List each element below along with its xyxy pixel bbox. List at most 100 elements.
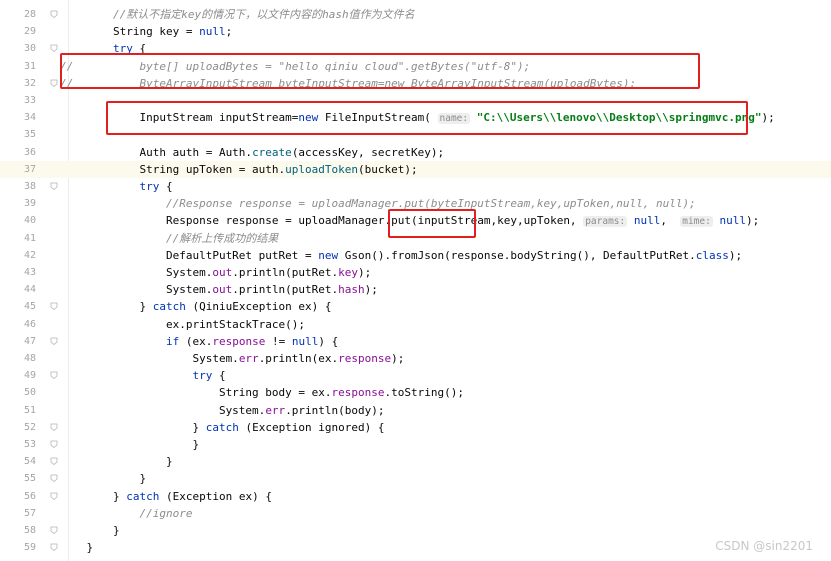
token-plain: Response response = uploadManager.put(in… bbox=[60, 214, 584, 228]
code-text[interactable]: DefaultPutRet putRet = new Gson().fromJs… bbox=[60, 247, 742, 264]
code-line[interactable]: 54 } bbox=[0, 453, 831, 470]
code-line[interactable]: 53 } bbox=[0, 436, 831, 453]
line-number: 51 bbox=[23, 404, 36, 416]
token-plain: } bbox=[60, 455, 173, 469]
code-line[interactable]: 56 } catch (Exception ex) { bbox=[0, 488, 831, 505]
token-field: err bbox=[238, 352, 259, 365]
token-kw: null bbox=[199, 25, 226, 39]
fold-marker-icon[interactable] bbox=[50, 44, 58, 53]
code-line[interactable]: 42 DefaultPutRet putRet = new Gson().fro… bbox=[0, 247, 831, 264]
code-line[interactable]: 59 } bbox=[0, 539, 831, 556]
code-text[interactable]: ex.printStackTrace(); bbox=[60, 316, 305, 333]
code-text[interactable]: System.out.println(putRet.key); bbox=[60, 264, 371, 281]
code-text[interactable]: //ignore bbox=[60, 505, 192, 522]
code-line[interactable]: 57 //ignore bbox=[0, 505, 831, 522]
code-text[interactable]: } catch (Exception ex) { bbox=[60, 488, 272, 505]
code-text[interactable]: try { bbox=[60, 178, 173, 195]
code-editor[interactable]: 28 //默认不指定key的情况下，以文件内容的hash值作为文件名 29 Str… bbox=[0, 0, 831, 561]
code-text[interactable]: } bbox=[60, 453, 173, 470]
line-number: 31 bbox=[23, 60, 36, 72]
code-line[interactable]: 43 System.out.println(putRet.key); bbox=[0, 264, 831, 281]
code-text[interactable]: } bbox=[60, 539, 93, 556]
code-line[interactable]: 48 System.err.println(ex.response); bbox=[0, 350, 831, 367]
token-plain: String body = ex. bbox=[60, 386, 332, 400]
code-text[interactable]: //解析上传成功的结果 bbox=[60, 230, 278, 247]
line-number: 36 bbox=[23, 146, 36, 158]
fold-marker-icon[interactable] bbox=[50, 474, 58, 483]
token-plain: .println(putRet. bbox=[232, 266, 339, 279]
code-text[interactable]: //默认不指定key的情况下，以文件内容的hash值作为文件名 bbox=[60, 6, 415, 23]
token-plain: ); bbox=[728, 248, 743, 262]
token-kw: catch bbox=[205, 420, 239, 434]
line-number: 53 bbox=[23, 439, 36, 450]
token-plain: { bbox=[159, 180, 173, 193]
fold-marker-icon[interactable] bbox=[50, 526, 58, 534]
code-text[interactable]: } bbox=[60, 470, 146, 487]
code-text[interactable]: try { bbox=[60, 367, 226, 384]
token-plain: ); bbox=[761, 111, 775, 125]
code-text[interactable]: String body = ex.response.toString(); bbox=[60, 384, 464, 401]
token-plain: { bbox=[212, 369, 226, 383]
line-number: 29 bbox=[23, 26, 36, 38]
code-line[interactable]: 55 } bbox=[0, 470, 831, 487]
code-line[interactable]: 45 } catch (QiniuException ex) { bbox=[0, 298, 831, 315]
fold-marker-icon[interactable] bbox=[50, 543, 58, 552]
code-text[interactable]: String upToken = auth.uploadToken(bucket… bbox=[60, 161, 417, 178]
code-text[interactable]: } catch (Exception ignored) { bbox=[60, 419, 384, 436]
code-line[interactable]: 47 if (ex.response != null) { bbox=[0, 333, 831, 350]
line-number: 38 bbox=[23, 181, 36, 192]
code-text[interactable]: } catch (QiniuException ex) { bbox=[60, 298, 331, 315]
fold-marker-icon[interactable] bbox=[50, 302, 58, 311]
code-line[interactable]: 37 String upToken = auth.uploadToken(buc… bbox=[0, 160, 831, 178]
code-line[interactable]: 51 System.err.println(body); bbox=[0, 402, 831, 419]
line-number: 55 bbox=[23, 473, 36, 485]
code-line[interactable]: 50 String body = ex.response.toString(); bbox=[0, 384, 831, 401]
token-hint: params: bbox=[583, 216, 628, 228]
fold-marker-icon[interactable] bbox=[50, 457, 58, 466]
fold-marker-icon[interactable] bbox=[50, 492, 58, 500]
fold-marker-icon[interactable] bbox=[50, 337, 58, 345]
code-text[interactable]: Auth auth = Auth.create(accessKey, secre… bbox=[60, 144, 444, 161]
code-text[interactable]: } bbox=[60, 522, 120, 539]
token-plain: String key = bbox=[60, 25, 200, 39]
code-line[interactable]: 58 } bbox=[0, 522, 831, 539]
token-field: out bbox=[212, 266, 233, 279]
code-line[interactable]: 36 Auth auth = Auth.create(accessKey, se… bbox=[0, 144, 831, 161]
fold-marker-icon[interactable] bbox=[50, 371, 58, 380]
token-field: response bbox=[331, 386, 385, 400]
code-line[interactable]: 49 try { bbox=[0, 367, 831, 384]
code-line[interactable]: 52 } catch (Exception ignored) { bbox=[0, 419, 831, 436]
code-text[interactable]: //Response response = uploadManager.put(… bbox=[60, 195, 696, 212]
token-kw: new bbox=[318, 248, 339, 262]
line-number: 52 bbox=[23, 421, 36, 433]
fold-marker-icon[interactable] bbox=[50, 182, 58, 190]
annotation-box-fileinputstream bbox=[106, 101, 748, 135]
line-number: 33 bbox=[23, 95, 36, 106]
code-text[interactable]: System.err.println(body); bbox=[60, 402, 385, 419]
token-kw: catch bbox=[126, 489, 160, 503]
line-number: 44 bbox=[23, 284, 36, 296]
line-number: 39 bbox=[23, 198, 36, 210]
annotation-box-commented-lines bbox=[60, 53, 700, 89]
code-line[interactable]: 44 System.out.println(putRet.hash); bbox=[0, 281, 831, 298]
watermark: CSDN @sin2201 bbox=[715, 539, 813, 553]
code-line[interactable]: 38 try { bbox=[0, 178, 831, 195]
fold-marker-icon[interactable] bbox=[50, 79, 58, 87]
code-text[interactable]: if (ex.response != null) { bbox=[60, 333, 338, 350]
fold-marker-icon[interactable] bbox=[50, 10, 58, 18]
fold-marker-icon[interactable] bbox=[50, 423, 58, 431]
code-text[interactable]: String key = null; bbox=[60, 23, 232, 40]
code-line[interactable]: 29 String key = null; bbox=[0, 23, 831, 40]
code-text[interactable]: } bbox=[60, 436, 199, 453]
fold-marker-icon[interactable] bbox=[50, 440, 58, 448]
line-number: 28 bbox=[23, 9, 36, 20]
code-text[interactable]: System.err.println(ex.response); bbox=[60, 350, 404, 367]
token-plain: String upToken = auth. bbox=[60, 162, 286, 176]
line-number: 50 bbox=[23, 387, 36, 399]
token-field: key bbox=[338, 266, 359, 279]
code-line[interactable]: 46 ex.printStackTrace(); bbox=[0, 316, 831, 333]
code-text[interactable]: System.out.println(putRet.hash); bbox=[60, 281, 378, 298]
code-line[interactable]: 28 //默认不指定key的情况下，以文件内容的hash值作为文件名 bbox=[0, 6, 831, 23]
